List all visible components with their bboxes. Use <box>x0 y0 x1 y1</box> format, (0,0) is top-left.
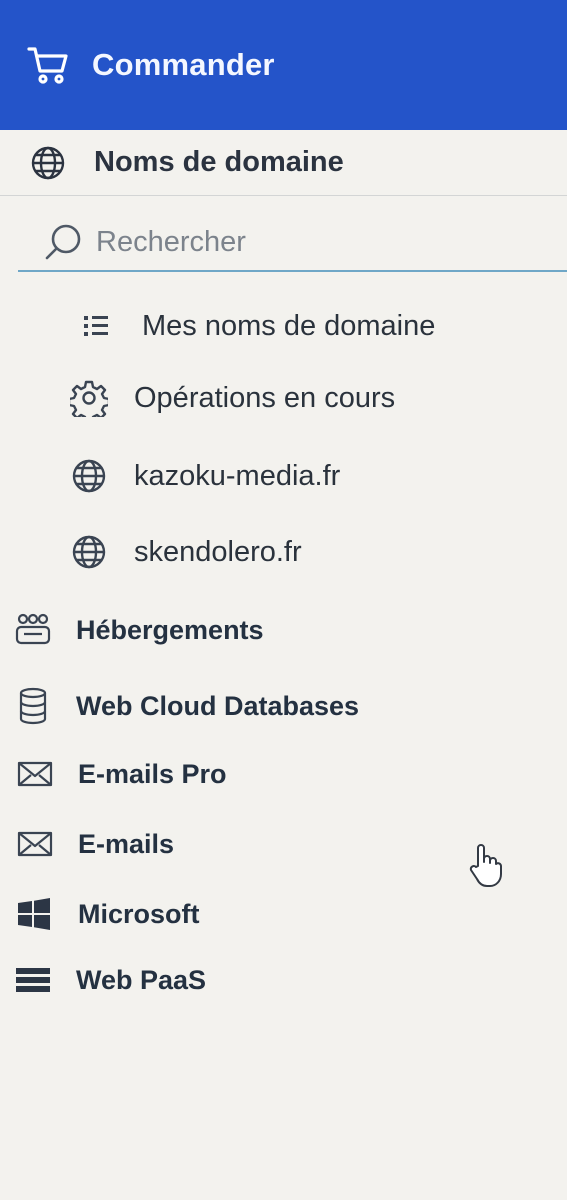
sidebar-item-microsoft[interactable]: Microsoft <box>16 884 567 944</box>
windows-icon <box>16 895 54 933</box>
sidebar-item-label: E-mails <box>78 828 175 859</box>
sidebar-item-label: Mes noms de domaine <box>142 309 436 342</box>
envelope-icon <box>16 755 54 793</box>
list-icon <box>82 311 112 341</box>
sidebar-item-label: Opérations en cours <box>134 381 396 414</box>
globe-icon <box>70 457 108 495</box>
sidebar-item-web-paas[interactable]: Web PaaS <box>14 950 567 1010</box>
sidebar-item-label: kazoku-media.fr <box>134 459 341 492</box>
sidebar-item-label: Web PaaS <box>76 964 207 995</box>
sidebar-item-my-domains[interactable]: Mes noms de domaine <box>82 296 567 356</box>
commander-button[interactable]: Commander <box>0 0 567 130</box>
sidebar-item-skendolero[interactable]: skendolero.fr <box>70 522 567 582</box>
envelope-icon <box>16 825 54 863</box>
commander-label: Commander <box>92 47 275 82</box>
stack-icon <box>14 961 52 999</box>
search-icon <box>42 221 84 263</box>
search-input[interactable] <box>96 225 516 259</box>
sidebar-item-kazoku-media[interactable]: kazoku-media.fr <box>70 446 567 506</box>
sidebar-item-operations[interactable]: Opérations en cours <box>70 368 567 428</box>
cart-icon <box>26 43 70 87</box>
sidebar-item-emails-pro[interactable]: E-mails Pro <box>16 744 567 804</box>
sidebar-item-label: Web Cloud Databases <box>76 690 360 721</box>
section-domain-names[interactable]: Noms de domaine <box>0 130 567 196</box>
sidebar-item-label: skendolero.fr <box>134 535 302 568</box>
hand-cursor-icon <box>468 842 504 888</box>
globe-icon <box>70 533 108 571</box>
globe-icon <box>30 145 66 181</box>
database-icon <box>14 687 52 725</box>
section-domain-names-label: Noms de domaine <box>94 146 344 178</box>
gear-icon <box>70 379 108 417</box>
sidebar-item-label: Hébergements <box>76 614 264 645</box>
sidebar-item-web-cloud-databases[interactable]: Web Cloud Databases <box>14 676 567 736</box>
sidebar-item-label: Microsoft <box>78 898 200 929</box>
search-box[interactable] <box>18 214 567 272</box>
sidebar-item-hosting[interactable]: Hébergements <box>14 600 567 660</box>
hosting-icon <box>14 611 52 649</box>
sidebar-item-label: E-mails Pro <box>78 758 227 789</box>
